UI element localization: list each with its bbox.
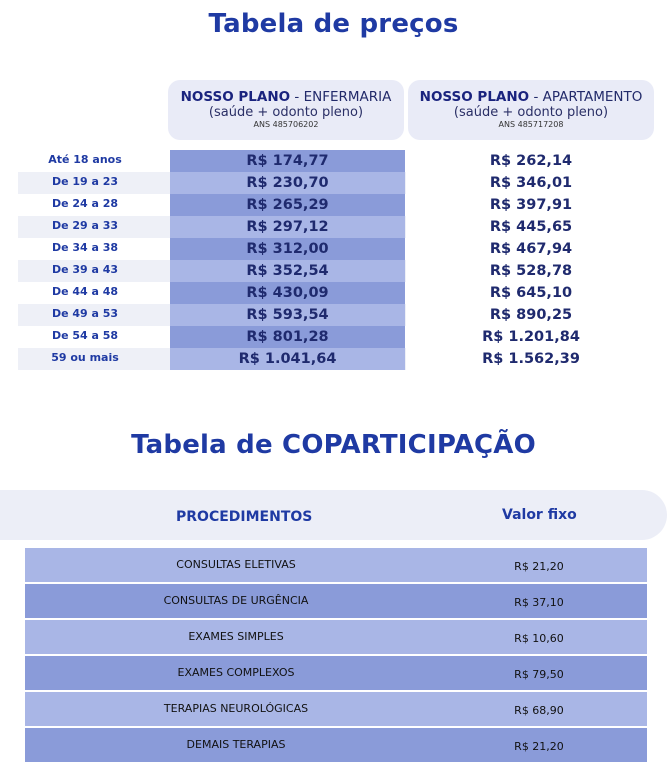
price-enfermaria: R$ 352,54: [170, 260, 405, 282]
procedure-name: TERAPIAS NEUROLÓGICAS: [163, 702, 309, 715]
price-row: De 19 a 23 R$ 230,70: [18, 172, 406, 194]
copart-row: EXAMES COMPLEXOS R$ 79,50: [25, 656, 647, 690]
price-enfermaria: R$ 1.041,64: [170, 348, 405, 370]
price-enfermaria: R$ 430,09: [170, 282, 405, 304]
price-apartamento: R$ 397,91: [489, 197, 573, 213]
age-range: De 34 a 38: [51, 241, 119, 254]
price-row: De 49 a 53 R$ 593,54: [18, 304, 406, 326]
price-row: De 24 a 28 R$ 265,29: [18, 194, 406, 216]
price-enfermaria: R$ 297,12: [170, 216, 405, 238]
procedure-name: DEMAIS TERAPIAS: [186, 738, 286, 751]
copart-row: DEMAIS TERAPIAS R$ 21,20: [25, 728, 647, 762]
price-row: De 54 a 58 R$ 801,28: [18, 326, 406, 348]
price-apartamento: R$ 1.562,39: [482, 351, 580, 367]
price-apartamento: R$ 262,14: [489, 153, 573, 169]
apartamento-column: R$ 262,14 R$ 346,01 R$ 397,91 R$ 445,65 …: [408, 150, 654, 370]
age-range: De 49 a 53: [51, 307, 119, 320]
price-enfermaria: R$ 801,28: [170, 326, 405, 348]
plan-subtitle: (saúde + odonto pleno): [208, 105, 364, 120]
procedure-value: R$ 79,50: [514, 668, 564, 681]
price-row: Até 18 anos R$ 174,77: [18, 150, 406, 172]
price-apartamento: R$ 890,25: [489, 307, 573, 323]
price-enfermaria: R$ 312,00: [170, 238, 405, 260]
age-range: De 39 a 43: [51, 263, 119, 276]
price-row: De 34 a 38 R$ 312,00: [18, 238, 406, 260]
plan-header-enfermaria: NOSSO PLANO - ENFERMARIA (saúde + odonto…: [168, 80, 404, 140]
price-table: Até 18 anos R$ 174,77 De 19 a 23 R$ 230,70…: [18, 150, 406, 370]
price-apartamento: R$ 445,65: [489, 219, 573, 235]
price-row: De 39 a 43 R$ 352,54: [18, 260, 406, 282]
procedure-name: EXAMES COMPLEXOS: [177, 666, 295, 679]
plan-name: NOSSO PLANO: [419, 89, 530, 105]
price-row: 59 ou mais R$ 1.041,64: [18, 348, 406, 370]
procedures-header: PROCEDIMENTOS: [176, 509, 313, 525]
procedure-value: R$ 21,20: [514, 560, 564, 573]
plan-ans: ANS 485706202: [253, 120, 319, 129]
plan-ans: ANS 485717208: [498, 120, 564, 129]
price-enfermaria: R$ 230,70: [170, 172, 405, 194]
procedure-name: CONSULTAS DE URGÊNCIA: [163, 594, 309, 607]
copart-row: CONSULTAS ELETIVAS R$ 21,20: [25, 548, 647, 582]
price-apartamento: R$ 528,78: [489, 263, 573, 279]
price-row: De 29 a 33 R$ 297,12: [18, 216, 406, 238]
copart-row: CONSULTAS DE URGÊNCIA R$ 37,10: [25, 584, 647, 618]
procedure-value: R$ 37,10: [514, 596, 564, 609]
procedure-value: R$ 21,20: [514, 740, 564, 753]
plan-header-apartamento: NOSSO PLANO - APARTAMENTO (saúde + odont…: [408, 80, 654, 140]
copart-table: CONSULTAS ELETIVAS R$ 21,20 CONSULTAS DE …: [25, 548, 647, 764]
procedure-value: R$ 68,90: [514, 704, 564, 717]
procedure-name: EXAMES SIMPLES: [188, 630, 284, 643]
plan-type: - ENFERMARIA: [290, 89, 392, 105]
price-enfermaria: R$ 265,29: [170, 194, 405, 216]
procedure-value: R$ 10,60: [514, 632, 564, 645]
price-row: De 44 a 48 R$ 430,09: [18, 282, 406, 304]
value-header: Valor fixo: [502, 507, 577, 523]
plan-type: - APARTAMENTO: [529, 89, 643, 105]
price-enfermaria: R$ 174,77: [170, 150, 405, 172]
age-range: De 29 a 33: [51, 219, 119, 232]
price-apartamento: R$ 467,94: [489, 241, 573, 257]
price-apartamento: R$ 645,10: [489, 285, 573, 301]
age-range: De 44 a 48: [51, 285, 119, 298]
copart-header: PROCEDIMENTOS Valor fixo: [0, 490, 667, 540]
age-range: De 54 a 58: [51, 329, 119, 342]
price-table-title: Tabela de preços: [208, 9, 459, 39]
copart-row: EXAMES SIMPLES R$ 10,60: [25, 620, 647, 654]
price-apartamento: R$ 1.201,84: [482, 329, 580, 345]
copart-row: TERAPIAS NEUROLÓGICAS R$ 68,90: [25, 692, 647, 726]
plan-name: NOSSO PLANO: [180, 89, 291, 105]
age-range: Até 18 anos: [48, 153, 122, 166]
age-range: 59 ou mais: [51, 351, 119, 364]
price-enfermaria: R$ 593,54: [170, 304, 405, 326]
copart-table-title: Tabela de COPARTICIPAÇÃO: [131, 430, 536, 460]
price-apartamento: R$ 346,01: [489, 175, 573, 191]
plan-subtitle: (saúde + odonto pleno): [453, 105, 609, 120]
procedure-name: CONSULTAS ELETIVAS: [176, 558, 296, 571]
age-range: De 24 a 28: [51, 197, 119, 210]
age-range: De 19 a 23: [51, 175, 119, 188]
